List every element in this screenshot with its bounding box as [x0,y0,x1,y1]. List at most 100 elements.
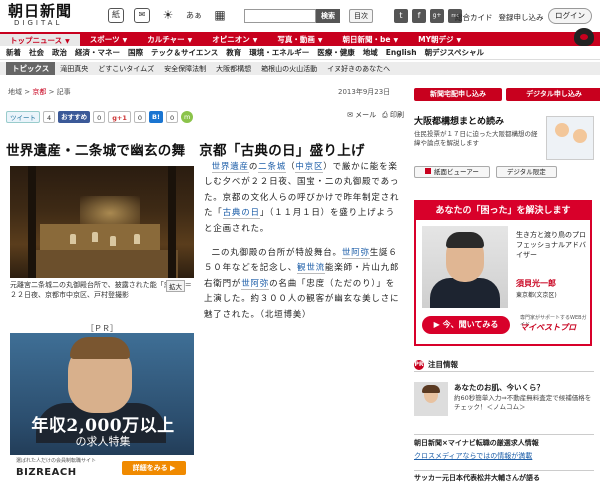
facebook-icon[interactable]: f [412,9,426,23]
pr-mark-icon: PR [414,360,424,370]
subnav-item[interactable]: English [382,48,421,57]
expert-ad[interactable]: あなたの「困った」を解決します 生き方と渡り鳥のプロフェッショナルアドバイザー … [414,200,592,346]
pr-ad-bizreach[interactable]: 年収2,000万以上 の求人特集 選ばれた人だけの会員制転職サイト BIZREA… [10,333,194,483]
newspaper-icon[interactable]: 紙 [108,8,124,23]
mail-icon: ✉ [347,111,356,119]
attention-desc: 約60秒簡単入力⇒不動産無料査定で候補価格をチェック！＜ノムコム＞ [454,394,592,411]
paper-viewer-button[interactable]: 紙面ビューアー [414,166,490,178]
share-bar: ツイート 4 おすすめ 0 g+1 0 B! 0 m ✉ メール ⎙ 印刷 [6,110,406,124]
digital-subscribe-button[interactable]: デジタル申し込み [506,88,600,101]
topic-link[interactable]: 箱根山の火山活動 [256,64,322,74]
twitter-icon[interactable]: t [394,9,408,23]
search-button[interactable]: 検索 [316,9,340,23]
subnav-item[interactable]: 地域 [359,47,382,58]
nav-sports[interactable]: スポーツ ▼ [80,34,137,45]
subnav-item[interactable]: 環境・エネルギー [245,47,313,58]
newspaper-subscribe-button[interactable]: 新聞宅配申し込み [414,88,502,101]
zoom-button[interactable]: 拡大 [166,280,185,292]
topic-link[interactable]: 滝田真央 [55,64,93,74]
login-button[interactable]: ログイン [548,8,592,24]
topics-label: トピックス [6,62,56,75]
chevron-down-icon: ▼ [317,36,323,44]
keyword-link[interactable]: 世阿弥 [341,248,370,260]
google-plus-icon[interactable]: g+ [430,9,444,23]
pr-cta-button[interactable]: 詳細をみる ▶ [122,461,186,475]
keyword-link[interactable]: 二条城 [258,162,287,173]
tweet-button[interactable]: ツイート [6,111,40,123]
photo-performer [92,232,98,242]
expert-suit [430,278,500,308]
keyword-link[interactable]: 世界遺産 [211,162,249,173]
nav-opinion[interactable]: オピニオン ▼ [202,34,267,45]
toc-button[interactable]: 目次 [349,9,373,23]
header-social: t f g+ rss [394,9,462,23]
hatena-bookmark-button[interactable]: B! [149,111,163,123]
expert-location: 東京都(文京区) [516,292,557,299]
ask-now-button[interactable]: ▶ 今、聞いてみる [422,316,510,334]
expert-ad-brand: マイベストプロ [520,323,577,332]
keyword-link[interactable]: 観世流 [297,263,325,275]
guide-link[interactable]: 総合カイド [455,12,493,23]
sub-nav: 新着 社会 政治 経済・マネー 国際 テック＆サイエンス 教育 環境・エネルギー… [0,46,600,60]
nav-be[interactable]: 朝日新聞・be ▼ [333,34,409,45]
mixi-button[interactable]: m [181,111,194,123]
attention-header: PR 注目情報 [414,358,594,372]
text-size-icon[interactable]: あぁ [186,8,202,23]
nav-label: スポーツ [89,34,120,44]
nav-label: 朝日新聞・be [342,34,391,44]
text: の [248,162,259,172]
topic-link[interactable]: どすこいタイムズ [93,64,159,74]
topic-link[interactable]: イヌ好きのあなたへ [322,64,395,74]
print-button[interactable]: ⎙ 印刷 [382,110,404,120]
digital-only-button[interactable]: デジタル限定 [495,166,557,178]
article-date: 2013年9月23日 [338,88,391,96]
mascot-icon [574,28,594,46]
breadcrumb-region[interactable]: 地域 [8,88,22,96]
nav-my-asadigi[interactable]: MY朝デジ ▼ [408,34,471,45]
subnav-item[interactable]: テック＆サイエンス [147,47,222,58]
register-link[interactable]: 登録申し込み [499,12,544,23]
facebook-count: 0 [93,111,106,123]
keyword-link[interactable]: 中京区 [295,162,324,173]
chevron-down-icon: ▼ [393,36,399,44]
mail-label: メール [355,111,377,119]
article-photo[interactable] [10,166,194,278]
mail-button[interactable]: ✉ メール [347,110,376,120]
subnav-item[interactable]: 社会 [25,47,48,58]
grid-icon[interactable]: ▦ [212,8,228,23]
subnav-item[interactable]: 朝デジスペシャル [421,47,488,58]
news-headline-link[interactable]: サッカー元日本代表松井大輔さんが語る [414,470,594,483]
main-nav: トップニュース ▼ スポーツ ▼ カルチャー ▼ オピニオン ▼ 写真・動画 ▼ 朝日新聞… [0,28,600,46]
search-input[interactable] [244,9,316,23]
job-ads: 朝日新聞×マイナビ転職の厳選求人情報 クロスメディアならではの情報が満載 [414,434,594,461]
job-ads-link[interactable]: クロスメディアならではの情報が満載 [414,451,594,461]
mail-icon[interactable]: ✉ [134,8,150,23]
nav-photo-video[interactable]: 写真・動画 ▼ [267,34,332,45]
google-plus-button[interactable]: g+1 [108,111,131,123]
chevron-down-icon: ▼ [122,36,128,44]
weather-icon[interactable]: ☀ [160,8,176,23]
subnav-item[interactable]: 医療・健康 [313,47,359,58]
keyword-link[interactable]: 世阿弥 [241,278,270,290]
site-logo[interactable]: 朝日新聞 DIGITAL [8,3,78,28]
attention-item[interactable]: あなたのお肌、今いくら？ 約60秒簡単入力⇒不動産無料査定で候補価格をチェック！… [414,380,594,422]
google-plus-count: 0 [133,111,147,123]
facebook-like-button[interactable]: おすすめ [58,111,91,123]
nav-label: 写真・動画 [277,34,315,44]
breadcrumb: 地域 > 京都 > 記事 [8,87,71,97]
subnav-item[interactable]: 政治 [48,47,71,58]
keyword-link[interactable]: 古典の日 [222,208,260,220]
topic-link[interactable]: 大阪都構想 [211,64,256,74]
subnav-item[interactable]: 教育 [222,47,245,58]
subnav-item[interactable]: 国際 [124,47,147,58]
nav-culture[interactable]: カルチャー ▼ [137,34,202,45]
osaka-feature[interactable]: 大阪都構想まとめ読み 住民投票が１７日に迫った大阪都構想の経緯や論点を解説します [414,108,594,170]
photo-performer [70,234,76,244]
topic-link[interactable]: 安全保障法制 [159,64,211,74]
nav-top-news[interactable]: トップニュース ▼ [0,32,80,46]
subnav-item[interactable]: 新着 [0,47,25,58]
subnav-item[interactable]: 経済・マネー [71,47,124,58]
viewer-icon [425,168,431,174]
text: 二の丸御殿の台所が特設舞台。 [211,248,342,259]
breadcrumb-kyoto[interactable]: 京都 [32,88,46,96]
